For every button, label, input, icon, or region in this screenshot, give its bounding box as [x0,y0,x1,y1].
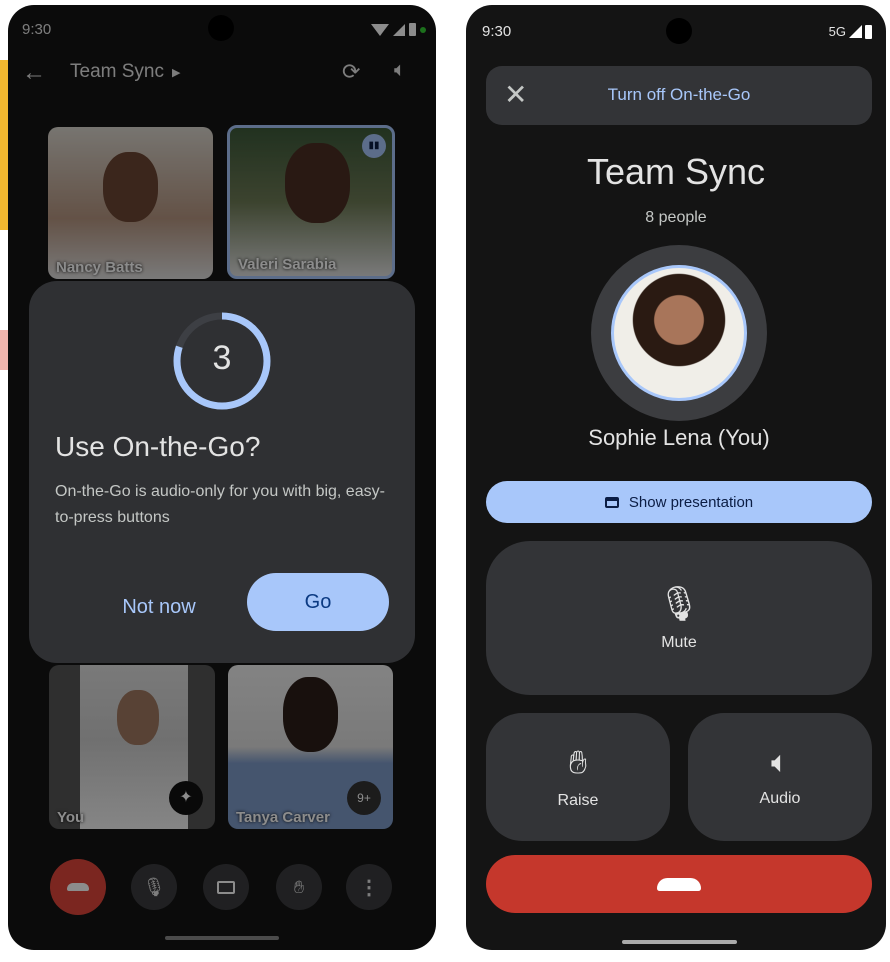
front-camera [208,15,234,41]
audio-level-icon: ▮▮ [362,134,386,158]
show-presentation-button[interactable]: Show presentation [486,481,872,523]
speaker-icon: 🔈︎ [771,746,789,779]
end-call-icon [67,883,89,891]
avatar-halo [591,245,767,421]
mic-icon: 🎙︎ [142,876,166,897]
signal-icon [849,25,862,38]
dialog-body: On-the-Go is audio-only for you with big… [55,483,385,526]
home-indicator [622,940,737,944]
status-icons [371,23,426,36]
mic-button[interactable]: 🎙︎ [131,864,177,910]
battery-icon [409,23,416,36]
status-time: 9:30 [22,21,52,38]
participant-tile[interactable]: Nancy Batts [48,127,213,279]
effects-sparkle-icon[interactable]: ✦ [169,781,203,815]
audio-button[interactable]: 🔈︎ Audio [688,713,872,841]
end-call-icon [657,877,701,891]
hand-icon: ✋︎ [568,744,588,780]
meeting-title: Team Sync [70,61,164,82]
raise-label: Raise [557,792,599,809]
self-name: Sophie Lena (You) [588,425,770,450]
end-call-button[interactable] [50,859,106,915]
raise-hand-button[interactable]: ✋︎ Raise [486,713,670,841]
meeting-title-button[interactable]: Team Sync ▶ [70,61,180,83]
presentation-icon [604,496,619,508]
self-tile[interactable]: ✦ You [49,665,215,829]
switch-camera-icon[interactable]: ⟳ [342,59,360,85]
wifi-icon [371,23,389,36]
participant-video [285,143,350,223]
hand-icon: ✋︎ [293,876,305,897]
on-the-go-screen: 9:30 5G ✕ Turn off On-the-Go Team Sync 8… [466,5,886,950]
participant-video [103,152,158,222]
more-participants-badge[interactable]: 9+ [347,781,381,815]
mute-label: Mute [661,634,697,651]
camera-button[interactable] [203,864,249,910]
front-camera [666,18,692,44]
participant-video [283,677,338,752]
back-arrow-icon[interactable]: ← [22,59,46,87]
not-now-button[interactable]: Not now [101,578,217,636]
countdown-number: 3 [212,339,232,377]
more-options-button[interactable]: ⋮ [346,864,392,910]
home-indicator [165,936,279,940]
show-presentation-label: Show presentation [628,493,754,511]
participant-name: Valeri Sarabia [238,256,337,273]
raise-hand-button[interactable]: ✋︎ [276,864,322,910]
participant-face [117,690,159,745]
dialog-title: Use On-the-Go? [55,431,261,462]
participant-name: You [57,809,85,826]
mic-icon: 🎙︎ [657,585,701,623]
mute-button[interactable]: 🎙︎ Mute [486,541,872,695]
privacy-dot [420,26,426,33]
end-call-button[interactable] [486,855,872,913]
meeting-title: Team Sync [586,151,766,192]
background-decoration [0,60,8,230]
signal-icon [393,23,405,36]
participant-tile[interactable]: 9+ Tanya Carver [228,665,393,829]
battery-icon [865,24,872,39]
more-vert-icon: ⋮ [359,876,379,899]
video-camera-icon [217,880,235,894]
chevron-right-icon: ▶ [171,66,181,79]
background-decoration [0,330,8,370]
speaker-icon[interactable]: 🔈︎ [394,59,406,82]
participant-name: Nancy Batts [56,259,143,276]
audio-label: Audio [759,790,801,807]
turn-off-on-the-go-button[interactable]: ✕ Turn off On-the-Go [486,66,872,125]
avatar [611,265,747,401]
network-type: 5G [828,24,846,39]
participant-name: Tanya Carver [236,809,330,826]
status-time: 9:30 [482,23,512,40]
go-button[interactable]: Go [247,573,389,631]
turn-off-label: Turn off On-the-Go [607,85,751,104]
meet-call-screen: 9:30 ← Team Sync ▶ ⟳ 🔈︎ Nancy Batts ▮▮ Va… [8,5,436,950]
status-icons: 5G [829,24,872,39]
on-the-go-dialog: 3 Use On-the-Go? On-the-Go is audio-only… [29,281,415,663]
participant-count: 8 people [645,209,707,226]
participant-tile-active-speaker[interactable]: ▮▮ Valeri Sarabia [227,125,395,279]
